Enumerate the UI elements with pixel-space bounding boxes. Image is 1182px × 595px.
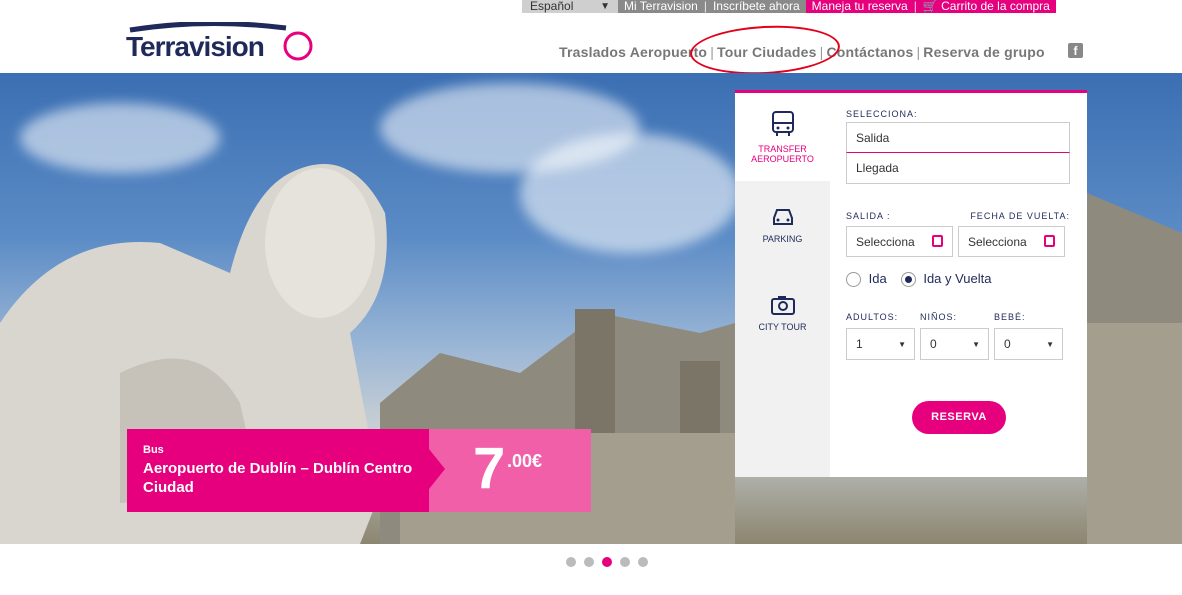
salida-date-label: SALIDA : bbox=[846, 211, 891, 221]
ninos-label: NIÑOS: bbox=[920, 312, 958, 323]
llegada-input[interactable]: Llegada bbox=[846, 153, 1070, 184]
language-value: Español bbox=[530, 0, 574, 13]
route-fields: Salida Llegada bbox=[846, 122, 1070, 184]
tab-parking[interactable]: PARKING bbox=[735, 181, 830, 269]
tab-label: CITY TOUR bbox=[758, 322, 807, 332]
nav-reserva-de-grupo[interactable]: Reserva de grupo bbox=[923, 44, 1044, 60]
tab-city-tour[interactable]: CITY TOUR bbox=[735, 269, 830, 357]
vuelta-date-input[interactable]: Selecciona bbox=[958, 226, 1065, 257]
salida-date-input[interactable]: Selecciona bbox=[846, 226, 953, 257]
reserva-button[interactable]: RESERVA bbox=[912, 401, 1006, 434]
slider-dot[interactable] bbox=[638, 557, 648, 567]
logo-swoosh bbox=[129, 22, 287, 33]
booking-links: Maneja tu reserva | 🛒 Carrito de la comp… bbox=[805, 0, 1056, 13]
date-fields: Selecciona Selecciona bbox=[846, 226, 1070, 257]
selecciona-label: SELECCIONA: bbox=[846, 109, 918, 119]
slider-dot[interactable] bbox=[584, 557, 594, 567]
mi-terravision-link[interactable]: Mi Terravision bbox=[618, 0, 704, 13]
select-value: 0 bbox=[930, 337, 937, 352]
chevron-down-icon: ▼ bbox=[898, 340, 906, 350]
chevron-down-icon: ▼ bbox=[1046, 340, 1054, 350]
slider-dot-active[interactable] bbox=[602, 557, 612, 567]
register-link[interactable]: Inscríbete ahora bbox=[707, 0, 806, 13]
calendar-icon bbox=[1044, 235, 1055, 247]
slider-dot[interactable] bbox=[620, 557, 630, 567]
highlight-circle-annotation bbox=[688, 22, 842, 78]
ninos-select[interactable]: 0 ▼ bbox=[920, 328, 989, 361]
price-decimal: .00€ bbox=[507, 451, 543, 471]
cart-link[interactable]: 🛒 Carrito de la compra bbox=[917, 0, 1056, 13]
logo-ring bbox=[283, 31, 313, 61]
promo-price: 7 .00€ bbox=[429, 429, 591, 512]
nav-separator: | bbox=[916, 44, 921, 60]
adultos-label: ADULTOS: bbox=[846, 312, 899, 323]
separator: | bbox=[703, 0, 707, 13]
logo-text: Terravision bbox=[126, 31, 264, 62]
adultos-select[interactable]: 1 ▼ bbox=[846, 328, 915, 361]
account-links: Mi Terravision | Inscríbete ahora bbox=[618, 0, 806, 13]
bus-icon bbox=[771, 111, 794, 136]
separator: | bbox=[913, 0, 917, 13]
top-utility-bar: Español ▼ Mi Terravision | Inscríbete ah… bbox=[522, 0, 1056, 13]
terravision-logo[interactable]: Terravision bbox=[126, 22, 326, 62]
booking-tabs: TRANSFER AEROPUERTO PARKING CITY TOUR bbox=[735, 93, 830, 477]
promo-title: Aeropuerto de Dublín – Dublín Centro Ciu… bbox=[143, 460, 413, 496]
select-value: 1 bbox=[856, 337, 863, 352]
trip-type-radios: Ida Ida y Vuelta bbox=[846, 271, 1070, 288]
promo-banner[interactable]: Bus Aeropuerto de Dublín – Dublín Centro… bbox=[127, 429, 591, 512]
tab-label: PARKING bbox=[762, 234, 803, 244]
radio-label: Ida bbox=[868, 271, 887, 286]
pax-selects: 1 ▼ 0 ▼ 0 ▼ bbox=[846, 328, 1070, 361]
bebe-label: BEBÉ: bbox=[994, 312, 1026, 323]
radio-circle bbox=[846, 272, 861, 288]
date-placeholder: Selecciona bbox=[856, 235, 915, 249]
vuelta-date-label: FECHA DE VUELTA: bbox=[970, 211, 1070, 221]
cart-icon: 🛒 bbox=[922, 0, 938, 13]
price-integer: 7 bbox=[473, 436, 506, 501]
salida-input[interactable]: Salida bbox=[846, 122, 1070, 153]
bebe-select[interactable]: 0 ▼ bbox=[994, 328, 1063, 361]
pax-labels: ADULTOS: NIÑOS: BEBÉ: bbox=[846, 312, 1070, 322]
calendar-icon bbox=[932, 235, 943, 247]
radio-ida-y-vuelta[interactable]: Ida y Vuelta bbox=[900, 271, 992, 288]
slider-dot[interactable] bbox=[566, 557, 576, 567]
car-icon bbox=[772, 209, 793, 225]
chevron-down-icon: ▼ bbox=[972, 340, 980, 350]
manage-booking-link[interactable]: Maneja tu reserva bbox=[806, 0, 914, 13]
tab-label: TRANSFER AEROPUERTO bbox=[751, 144, 814, 164]
chevron-down-icon: ▼ bbox=[600, 1, 610, 12]
radio-ida[interactable]: Ida bbox=[846, 271, 887, 288]
select-value: 0 bbox=[1004, 337, 1011, 352]
date-labels: SALIDA : FECHA DE VUELTA: bbox=[846, 211, 1070, 221]
promo-type: Bus bbox=[143, 444, 164, 456]
booking-form: SELECCIONA: Salida Llegada SALIDA : FECH… bbox=[846, 109, 1070, 361]
radio-label: Ida y Vuelta bbox=[923, 271, 992, 286]
nav-traslados-aeropuerto[interactable]: Traslados Aeropuerto bbox=[559, 44, 707, 60]
tab-transfer-aeropuerto[interactable]: TRANSFER AEROPUERTO bbox=[735, 93, 830, 181]
cart-label: Carrito de la compra bbox=[941, 0, 1050, 13]
slider-dots bbox=[566, 557, 648, 567]
camera-icon bbox=[770, 296, 795, 315]
radio-circle bbox=[900, 272, 916, 288]
facebook-icon[interactable]: f bbox=[1068, 43, 1083, 58]
language-select[interactable]: Español ▼ bbox=[522, 0, 618, 13]
date-placeholder: Selecciona bbox=[968, 235, 1027, 249]
promo-info: Bus Aeropuerto de Dublín – Dublín Centro… bbox=[127, 429, 429, 512]
booking-panel: TRANSFER AEROPUERTO PARKING CITY TOUR SE… bbox=[735, 90, 1087, 477]
